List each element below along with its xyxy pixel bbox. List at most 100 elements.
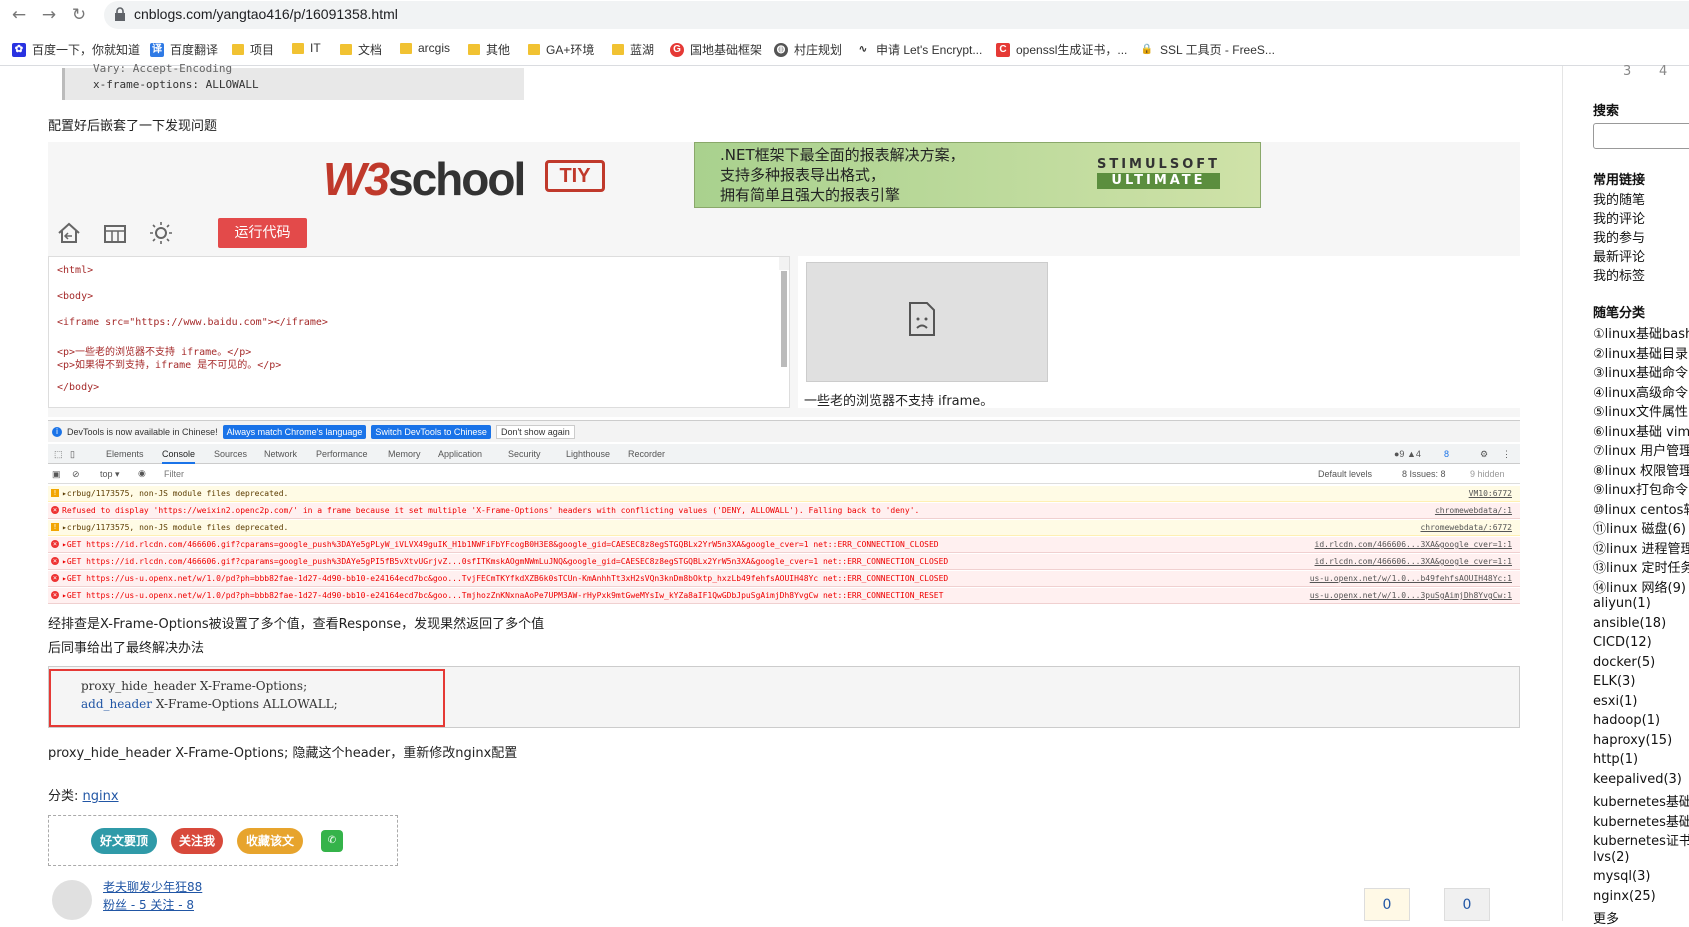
bookmark-item[interactable]: ✿ 百度一下，你就知道	[12, 41, 140, 58]
issue-counts[interactable]: ●9 ▲4	[1394, 449, 1421, 459]
sidebar-category-item[interactable]: ansible(18)	[1593, 616, 1666, 631]
wechat-share-icon[interactable]: ✆	[321, 830, 343, 852]
console-row[interactable]: ! ▸crbug/1173575, non-JS module files dep…	[48, 486, 1520, 502]
back-icon[interactable]: ←	[8, 4, 30, 26]
tab-security[interactable]: Security	[508, 449, 541, 459]
forward-icon[interactable]: →	[38, 4, 60, 26]
tab-memory[interactable]: Memory	[388, 449, 421, 459]
bookmark-folder[interactable]: arcgis	[400, 41, 450, 55]
console-filter-input[interactable]	[164, 467, 1164, 481]
address-bar[interactable]: cnblogs.com/yangtao416/p/16091358.html	[104, 1, 1689, 29]
bookmark-folder[interactable]: 文档	[340, 41, 382, 58]
console-row[interactable]: × ▸GET https://id.rlcdn.com/466606.gif?cp…	[48, 537, 1520, 553]
console-row[interactable]: × ▸GET https://us-u.openx.net/w/1.0/pd?ph…	[48, 571, 1520, 587]
sidebar-link[interactable]: 我的参与	[1593, 227, 1645, 246]
sidebar-link[interactable]: 最新评论	[1593, 246, 1645, 265]
sidebar-link[interactable]: 我的标签	[1593, 265, 1645, 284]
sidebar-category-item[interactable]: http(1)	[1593, 752, 1638, 767]
layout-icon[interactable]	[102, 220, 128, 246]
sidebar-category-item[interactable]: ④linux高级命令	[1593, 382, 1688, 401]
sidebar-category-item[interactable]: ⑪linux 磁盘(6)	[1593, 518, 1686, 537]
sidebar-category-item[interactable]: lvs(2)	[1593, 850, 1630, 865]
sidebar-category-item[interactable]: ⑦linux 用户管理	[1593, 440, 1689, 459]
follow-stats[interactable]: 粉丝 - 5 关注 - 8	[103, 896, 194, 913]
source-link[interactable]: VM10:6772	[1469, 489, 1512, 498]
favorite-button[interactable]: 收藏该文	[237, 828, 303, 854]
bury-count[interactable]: 0	[1444, 888, 1490, 921]
sidebar-category-item[interactable]: nginx(25)	[1593, 889, 1656, 904]
sidebar-category-item[interactable]: ①linux基础bash	[1593, 323, 1689, 342]
sidebar-category-item[interactable]: ⑤linux文件属性	[1593, 401, 1688, 420]
source-link[interactable]: us-u.openx.net/w/1.0...3puSgAimjDh8YvgCw…	[1310, 591, 1512, 600]
sidebar-category-item[interactable]: ⑭linux 网络(9)	[1593, 577, 1686, 596]
sidebar-category-item[interactable]: keepalived(3)	[1593, 772, 1682, 787]
calendar-day[interactable]: 3	[1623, 64, 1631, 79]
sidebar-category-item[interactable]: ELK(3)	[1593, 674, 1635, 689]
sidebar-category-item[interactable]: esxi(1)	[1593, 694, 1638, 709]
message-count[interactable]: 8	[1444, 449, 1449, 459]
sidebar-category-item[interactable]: 更多	[1593, 908, 1619, 927]
bookmark-item[interactable]: G 国地基础框架	[670, 41, 762, 58]
sidebar-category-item[interactable]: mysql(3)	[1593, 869, 1650, 884]
sidebar-category-item[interactable]: kubernetes基础	[1593, 791, 1689, 810]
sidebar-category-item[interactable]: CICD(12)	[1593, 635, 1652, 650]
follow-button[interactable]: 关注我	[171, 828, 223, 854]
inspect-icon[interactable]: ⬚	[54, 449, 63, 460]
bookmark-folder[interactable]: IT	[292, 41, 321, 55]
sidebar-category-item[interactable]: ⑧linux 权限管理	[1593, 460, 1689, 479]
issues-button[interactable]: 8 Issues: 8	[1402, 469, 1446, 479]
tab-lighthouse[interactable]: Lighthouse	[566, 449, 610, 459]
clear-console-icon[interactable]: ⊘	[72, 469, 80, 480]
sidebar-category-item[interactable]: docker(5)	[1593, 655, 1655, 670]
tab-recorder[interactable]: Recorder	[628, 449, 665, 459]
bookmark-item[interactable]: ∿ 申请 Let's Encrypt...	[856, 41, 982, 58]
console-row[interactable]: × ▸GET https://id.rlcdn.com/466606.gif?cp…	[48, 554, 1520, 570]
bookmark-folder[interactable]: 项目	[232, 41, 274, 58]
code-editor[interactable]: <html> <body> <iframe src="https://www.b…	[48, 256, 790, 408]
bookmark-item[interactable]: 🔒 SSL 工具页 - FreeS...	[1140, 41, 1275, 58]
bookmark-item[interactable]: 译百度翻译	[150, 41, 218, 58]
theme-sun-icon[interactable]	[148, 220, 174, 246]
sidebar-category-item[interactable]: kubernetes基础	[1593, 811, 1689, 830]
reload-icon[interactable]: ↻	[68, 4, 90, 26]
switch-chinese-button[interactable]: Switch DevTools to Chinese	[371, 424, 491, 439]
bookmark-folder[interactable]: GA+环境	[528, 41, 594, 58]
sidebar-category-item[interactable]: ⑨linux打包命令	[1593, 479, 1688, 498]
source-link[interactable]: id.rlcdn.com/466606...3XA&google_cver=1:…	[1315, 540, 1512, 549]
settings-gear-icon[interactable]: ⚙	[1480, 449, 1488, 460]
sidebar-category-item[interactable]: ②linux基础目录	[1593, 343, 1688, 362]
bookmark-folder[interactable]: 蓝湖	[612, 41, 654, 58]
sidebar-category-item[interactable]: haproxy(15)	[1593, 733, 1672, 748]
more-icon[interactable]: ⋮	[1502, 449, 1511, 460]
author-link[interactable]: 老夫聊发少年狂88	[103, 878, 202, 895]
sidebar-category-item[interactable]: hadoop(1)	[1593, 713, 1660, 728]
tab-application[interactable]: Application	[438, 449, 482, 459]
sidebar-category-item[interactable]: ③linux基础命令	[1593, 362, 1688, 381]
home-icon[interactable]	[56, 220, 82, 246]
sidebar-category-item[interactable]: aliyun(1)	[1593, 596, 1651, 611]
dont-show-again-button[interactable]: Don't show again	[495, 424, 575, 439]
sidebar-link[interactable]: 我的随笔	[1593, 189, 1645, 208]
run-code-button[interactable]: 运行代码	[218, 218, 307, 248]
calendar-day[interactable]: 4	[1659, 64, 1667, 79]
device-icon[interactable]: ▯	[70, 449, 75, 460]
scrollbar[interactable]	[779, 257, 789, 367]
tab-console[interactable]: Console	[162, 449, 196, 464]
sidebar-toggle-icon[interactable]: ▣	[52, 469, 61, 480]
eye-icon[interactable]: ◉	[138, 468, 146, 479]
ad-banner[interactable]: .NET框架下最全面的报表解决方案， 支持多种报表导出格式， 拥有简单且强大的报…	[694, 142, 1261, 208]
console-row[interactable]: × ▸GET https://us-u.openx.net/w/1.0/pd?ph…	[48, 588, 1520, 604]
category-link[interactable]: nginx	[83, 789, 119, 804]
tab-network[interactable]: Network	[264, 449, 297, 459]
bookmark-folder[interactable]: 其他	[468, 41, 510, 58]
source-link[interactable]: chromewebdata/:1	[1435, 506, 1512, 515]
sidebar-category-item[interactable]: ⑬linux 定时任务	[1593, 557, 1689, 576]
tab-performance[interactable]: Performance	[316, 449, 368, 459]
recommend-button[interactable]: 好文要顶	[91, 828, 157, 854]
match-language-button[interactable]: Always match Chrome's language	[222, 424, 367, 439]
bookmark-item[interactable]: Copenssl生成证书，...	[996, 41, 1127, 58]
bookmark-item[interactable]: ◍ 村庄规划	[774, 41, 842, 58]
search-input[interactable]	[1593, 123, 1689, 149]
scrollbar-thumb[interactable]	[781, 271, 787, 367]
sidebar-link[interactable]: 我的评论	[1593, 208, 1645, 227]
